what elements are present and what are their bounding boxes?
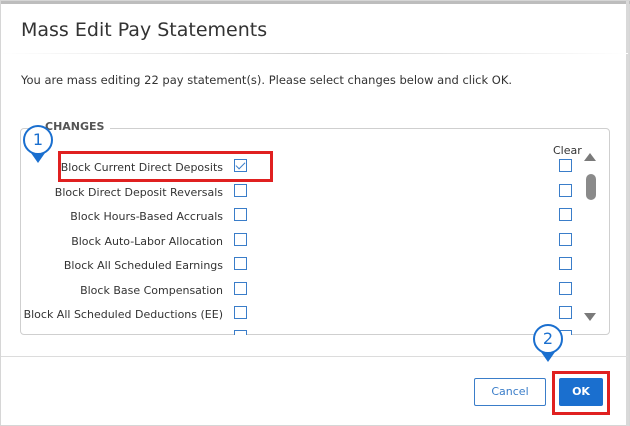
highlight-box-1 xyxy=(58,151,273,182)
top-border xyxy=(1,1,630,4)
clear-checkbox-row-7[interactable] xyxy=(559,306,572,319)
dialog-description: You are mass editing 22 pay statement(s)… xyxy=(21,73,513,87)
clear-checkbox-row-2[interactable] xyxy=(559,184,572,197)
mass-edit-dialog: Mass Edit Pay Statements You are mass ed… xyxy=(0,0,630,426)
block-all-scheduled-earnings-checkbox[interactable] xyxy=(234,257,247,270)
highlight-box-2 xyxy=(552,371,610,415)
scroll-up-arrow-icon[interactable] xyxy=(584,153,596,161)
clear-checkbox-row-4[interactable] xyxy=(559,233,572,246)
row-label-block-all-scheduled-earnings: Block All Scheduled Earnings xyxy=(63,259,223,272)
row-label-block-all-scheduled-deductions-ee: Block All Scheduled Deductions (EE) xyxy=(23,308,223,321)
clear-checkbox-row-1[interactable] xyxy=(559,159,572,172)
row-label-block-direct-deposit-reversals: Block Direct Deposit Reversals xyxy=(54,186,223,199)
row-label-block-base-compensation: Block Base Compensation xyxy=(80,284,223,297)
step-marker-1: 1 xyxy=(23,125,53,155)
cancel-button[interactable]: Cancel xyxy=(474,378,546,406)
block-auto-labor-allocation-checkbox[interactable] xyxy=(234,233,247,246)
block-base-compensation-checkbox[interactable] xyxy=(234,282,247,295)
scrollbar-thumb[interactable] xyxy=(586,174,596,200)
next-row-checkbox-partial[interactable] xyxy=(234,330,247,335)
block-all-scheduled-deductions-ee-checkbox[interactable] xyxy=(234,306,247,319)
clear-checkbox-row-6[interactable] xyxy=(559,282,572,295)
block-hours-based-accruals-checkbox[interactable] xyxy=(234,208,247,221)
clear-checkbox-row-3[interactable] xyxy=(559,208,572,221)
clear-checkbox-row-5[interactable] xyxy=(559,257,572,270)
scroll-down-arrow-icon[interactable] xyxy=(584,313,596,321)
row-label-block-hours-based-accruals: Block Hours-Based Accruals xyxy=(70,210,223,223)
title-divider xyxy=(1,53,628,54)
step-marker-2-pointer-icon xyxy=(541,352,555,362)
row-label-block-auto-labor-allocation: Block Auto-Labor Allocation xyxy=(71,235,223,248)
clear-column-label: Clear xyxy=(553,144,582,157)
right-border xyxy=(626,1,629,426)
step-marker-2: 2 xyxy=(533,324,563,354)
step-marker-1-pointer-icon xyxy=(31,153,45,163)
block-direct-deposit-reversals-checkbox[interactable] xyxy=(234,184,247,197)
footer-divider xyxy=(1,356,628,357)
dialog-title: Mass Edit Pay Statements xyxy=(21,19,268,41)
